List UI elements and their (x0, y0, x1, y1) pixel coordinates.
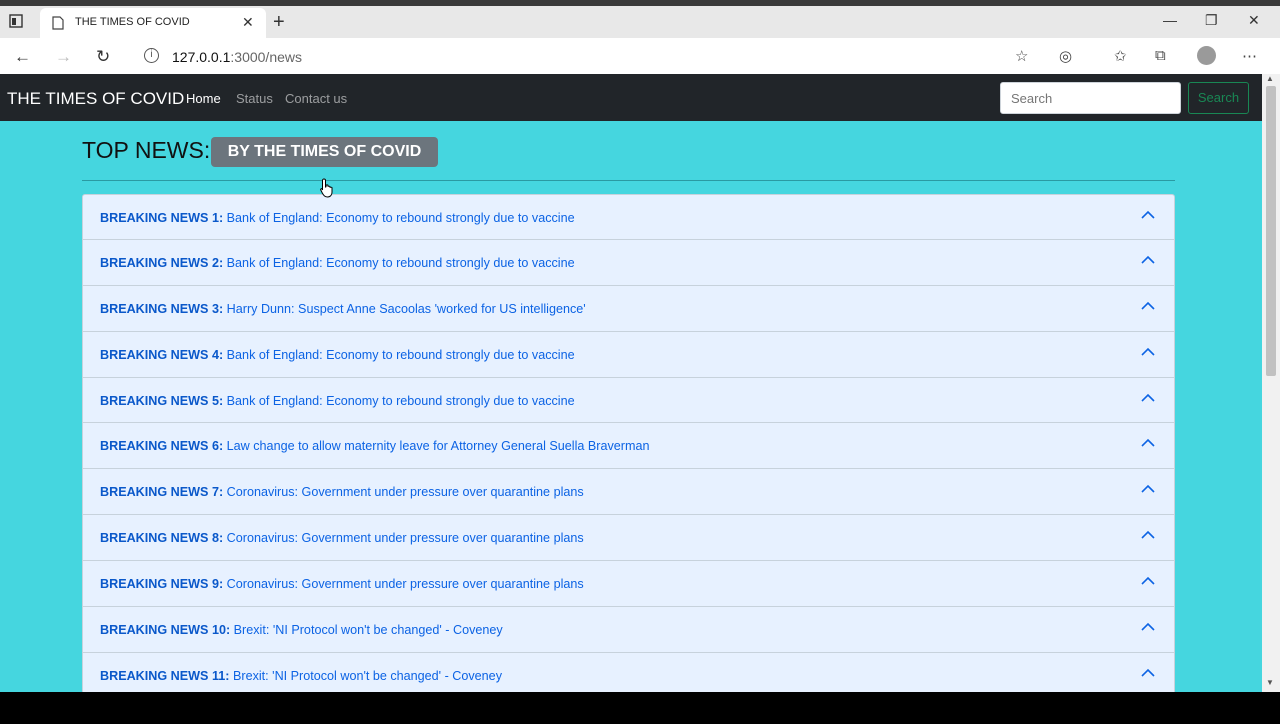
chevron-up-icon[interactable] (1140, 481, 1156, 497)
new-tab-icon[interactable]: + (273, 11, 285, 34)
scroll-up-icon[interactable]: ▲ (1266, 74, 1274, 83)
chevron-up-icon[interactable] (1140, 390, 1156, 406)
nav-status[interactable]: Status (236, 91, 273, 106)
site-brand[interactable]: THE TIMES OF COVID (7, 89, 184, 109)
profile-avatar[interactable] (1197, 46, 1216, 65)
news-text: BREAKING NEWS 8: Coronavirus: Government… (100, 531, 584, 545)
search-input[interactable] (1000, 82, 1181, 114)
news-headline: Coronavirus: Government under pressure o… (226, 485, 584, 500)
immersive-reader-icon[interactable]: ◎ (1059, 47, 1072, 65)
scroll-down-icon[interactable]: ▼ (1266, 678, 1274, 687)
news-label: BREAKING NEWS 5: (100, 393, 224, 408)
news-headline: Brexit: 'NI Protocol won't be changed' -… (232, 668, 502, 683)
news-text: BREAKING NEWS 1: Bank of England: Econom… (100, 211, 575, 225)
forward-icon[interactable]: → (55, 47, 72, 67)
news-item[interactable]: BREAKING NEWS 11: Brexit: 'NI Protocol w… (82, 652, 1175, 692)
back-icon[interactable]: ← (14, 47, 31, 67)
news-item[interactable]: BREAKING NEWS 5: Bank of England: Econom… (82, 377, 1175, 424)
chevron-up-icon[interactable] (1140, 207, 1156, 223)
news-text: BREAKING NEWS 4: Bank of England: Econom… (100, 348, 575, 362)
news-item[interactable]: BREAKING NEWS 8: Coronavirus: Government… (82, 515, 1175, 562)
news-headline: Harry Dunn: Suspect Anne Sacoolas 'worke… (226, 301, 586, 316)
news-text: BREAKING NEWS 3: Harry Dunn: Suspect Ann… (100, 302, 586, 316)
minimize-icon[interactable]: — (1163, 12, 1177, 28)
tab-actions-icon[interactable] (8, 13, 28, 31)
page-viewport: THE TIMES OF COVID Home Status Contact u… (0, 74, 1262, 692)
url-host: 127.0.0.1 (172, 49, 231, 65)
site-info-icon[interactable]: i (144, 48, 159, 63)
news-label: BREAKING NEWS 3: (100, 301, 224, 316)
divider (82, 180, 1175, 181)
news-label: BREAKING NEWS 8: (100, 531, 224, 546)
news-item[interactable]: BREAKING NEWS 2: Bank of England: Econom… (82, 239, 1175, 286)
chevron-up-icon[interactable] (1140, 252, 1156, 268)
news-headline: Coronavirus: Government under pressure o… (226, 531, 584, 546)
news-item[interactable]: BREAKING NEWS 9: Coronavirus: Government… (82, 561, 1175, 608)
news-headline: Bank of England: Economy to rebound stro… (226, 393, 575, 408)
hand-cursor-icon (320, 178, 334, 203)
more-options-icon[interactable]: ⋯ (1242, 47, 1257, 65)
chevron-up-icon[interactable] (1140, 344, 1156, 360)
restore-icon[interactable]: ❐ (1205, 12, 1218, 29)
browser-tab[interactable]: THE TIMES OF COVID ✕ (40, 8, 266, 38)
news-headline: Brexit: 'NI Protocol won't be changed' -… (233, 623, 503, 638)
site-navbar: THE TIMES OF COVID Home Status Contact u… (0, 74, 1262, 121)
scrollbar-thumb[interactable] (1266, 86, 1276, 376)
chevron-up-icon[interactable] (1140, 298, 1156, 314)
news-headline: Coronavirus: Government under pressure o… (226, 577, 584, 592)
url-field[interactable]: i 127.0.0.1:3000/news (132, 42, 1044, 70)
news-text: BREAKING NEWS 11: Brexit: 'NI Protocol w… (100, 669, 502, 683)
chevron-up-icon[interactable] (1140, 527, 1156, 543)
news-label: BREAKING NEWS 6: (100, 439, 224, 454)
chevron-up-icon[interactable] (1140, 665, 1156, 681)
vertical-scrollbar[interactable]: ▲ ▼ (1262, 74, 1280, 692)
browser-window: THE TIMES OF COVID ✕ + — ❐ ✕ ← → ↻ i 127… (0, 0, 1280, 692)
close-tab-icon[interactable]: ✕ (242, 14, 254, 31)
news-text: BREAKING NEWS 6: Law change to allow mat… (100, 439, 649, 453)
news-text: BREAKING NEWS 2: Bank of England: Econom… (100, 256, 575, 270)
chevron-up-icon[interactable] (1140, 573, 1156, 589)
close-window-icon[interactable]: ✕ (1248, 12, 1260, 29)
news-item[interactable]: BREAKING NEWS 3: Harry Dunn: Suspect Ann… (82, 285, 1175, 332)
news-headline: Law change to allow maternity leave for … (226, 439, 650, 454)
news-accordion: BREAKING NEWS 1: Bank of England: Econom… (82, 194, 1175, 692)
news-item[interactable]: BREAKING NEWS 1: Bank of England: Econom… (82, 194, 1175, 240)
address-bar: ← → ↻ i 127.0.0.1:3000/news ☆ ◎ ✩ ⧉ ⋯ (0, 38, 1280, 74)
news-label: BREAKING NEWS 1: (100, 211, 224, 225)
tab-bar: THE TIMES OF COVID ✕ + — ❐ ✕ (0, 6, 1280, 38)
url-path: :3000/news (230, 49, 302, 65)
page-icon (52, 16, 64, 35)
byline-badge: BY THE TIMES OF COVID (211, 137, 438, 167)
news-text: BREAKING NEWS 9: Coronavirus: Government… (100, 577, 584, 591)
news-text: BREAKING NEWS 5: Bank of England: Econom… (100, 394, 575, 408)
chevron-up-icon[interactable] (1140, 435, 1156, 451)
news-label: BREAKING NEWS 9: (100, 577, 224, 592)
news-text: BREAKING NEWS 10: Brexit: 'NI Protocol w… (100, 623, 503, 637)
news-label: BREAKING NEWS 11: (100, 668, 230, 683)
news-headline: Bank of England: Economy to rebound stro… (226, 347, 575, 362)
add-favorite-icon[interactable]: ☆ (1015, 47, 1028, 65)
nav-contact-us[interactable]: Contact us (285, 91, 347, 106)
tab-title: THE TIMES OF COVID (75, 16, 190, 28)
search-button[interactable]: Search (1188, 82, 1249, 114)
page-title: TOP NEWS: (82, 137, 211, 163)
nav-home[interactable]: Home (186, 91, 221, 106)
news-headline: Bank of England: Economy to rebound stro… (226, 255, 575, 270)
news-item[interactable]: BREAKING NEWS 10: Brexit: 'NI Protocol w… (82, 607, 1175, 653)
url-text: 127.0.0.1:3000/news (172, 49, 302, 65)
favorites-icon[interactable]: ✩ (1114, 47, 1127, 65)
news-label: BREAKING NEWS 2: (100, 255, 224, 270)
news-headline: Bank of England: Economy to rebound stro… (226, 211, 575, 225)
news-item[interactable]: BREAKING NEWS 6: Law change to allow mat… (82, 423, 1175, 470)
chevron-up-icon[interactable] (1140, 619, 1156, 635)
news-item[interactable]: BREAKING NEWS 4: Bank of England: Econom… (82, 331, 1175, 378)
news-label: BREAKING NEWS 7: (100, 485, 224, 500)
collections-icon[interactable]: ⧉ (1155, 47, 1166, 64)
news-label: BREAKING NEWS 10: (100, 623, 231, 638)
refresh-icon[interactable]: ↻ (96, 47, 110, 67)
news-item[interactable]: BREAKING NEWS 7: Coronavirus: Government… (82, 469, 1175, 516)
news-label: BREAKING NEWS 4: (100, 347, 224, 362)
news-text: BREAKING NEWS 7: Coronavirus: Government… (100, 485, 584, 499)
